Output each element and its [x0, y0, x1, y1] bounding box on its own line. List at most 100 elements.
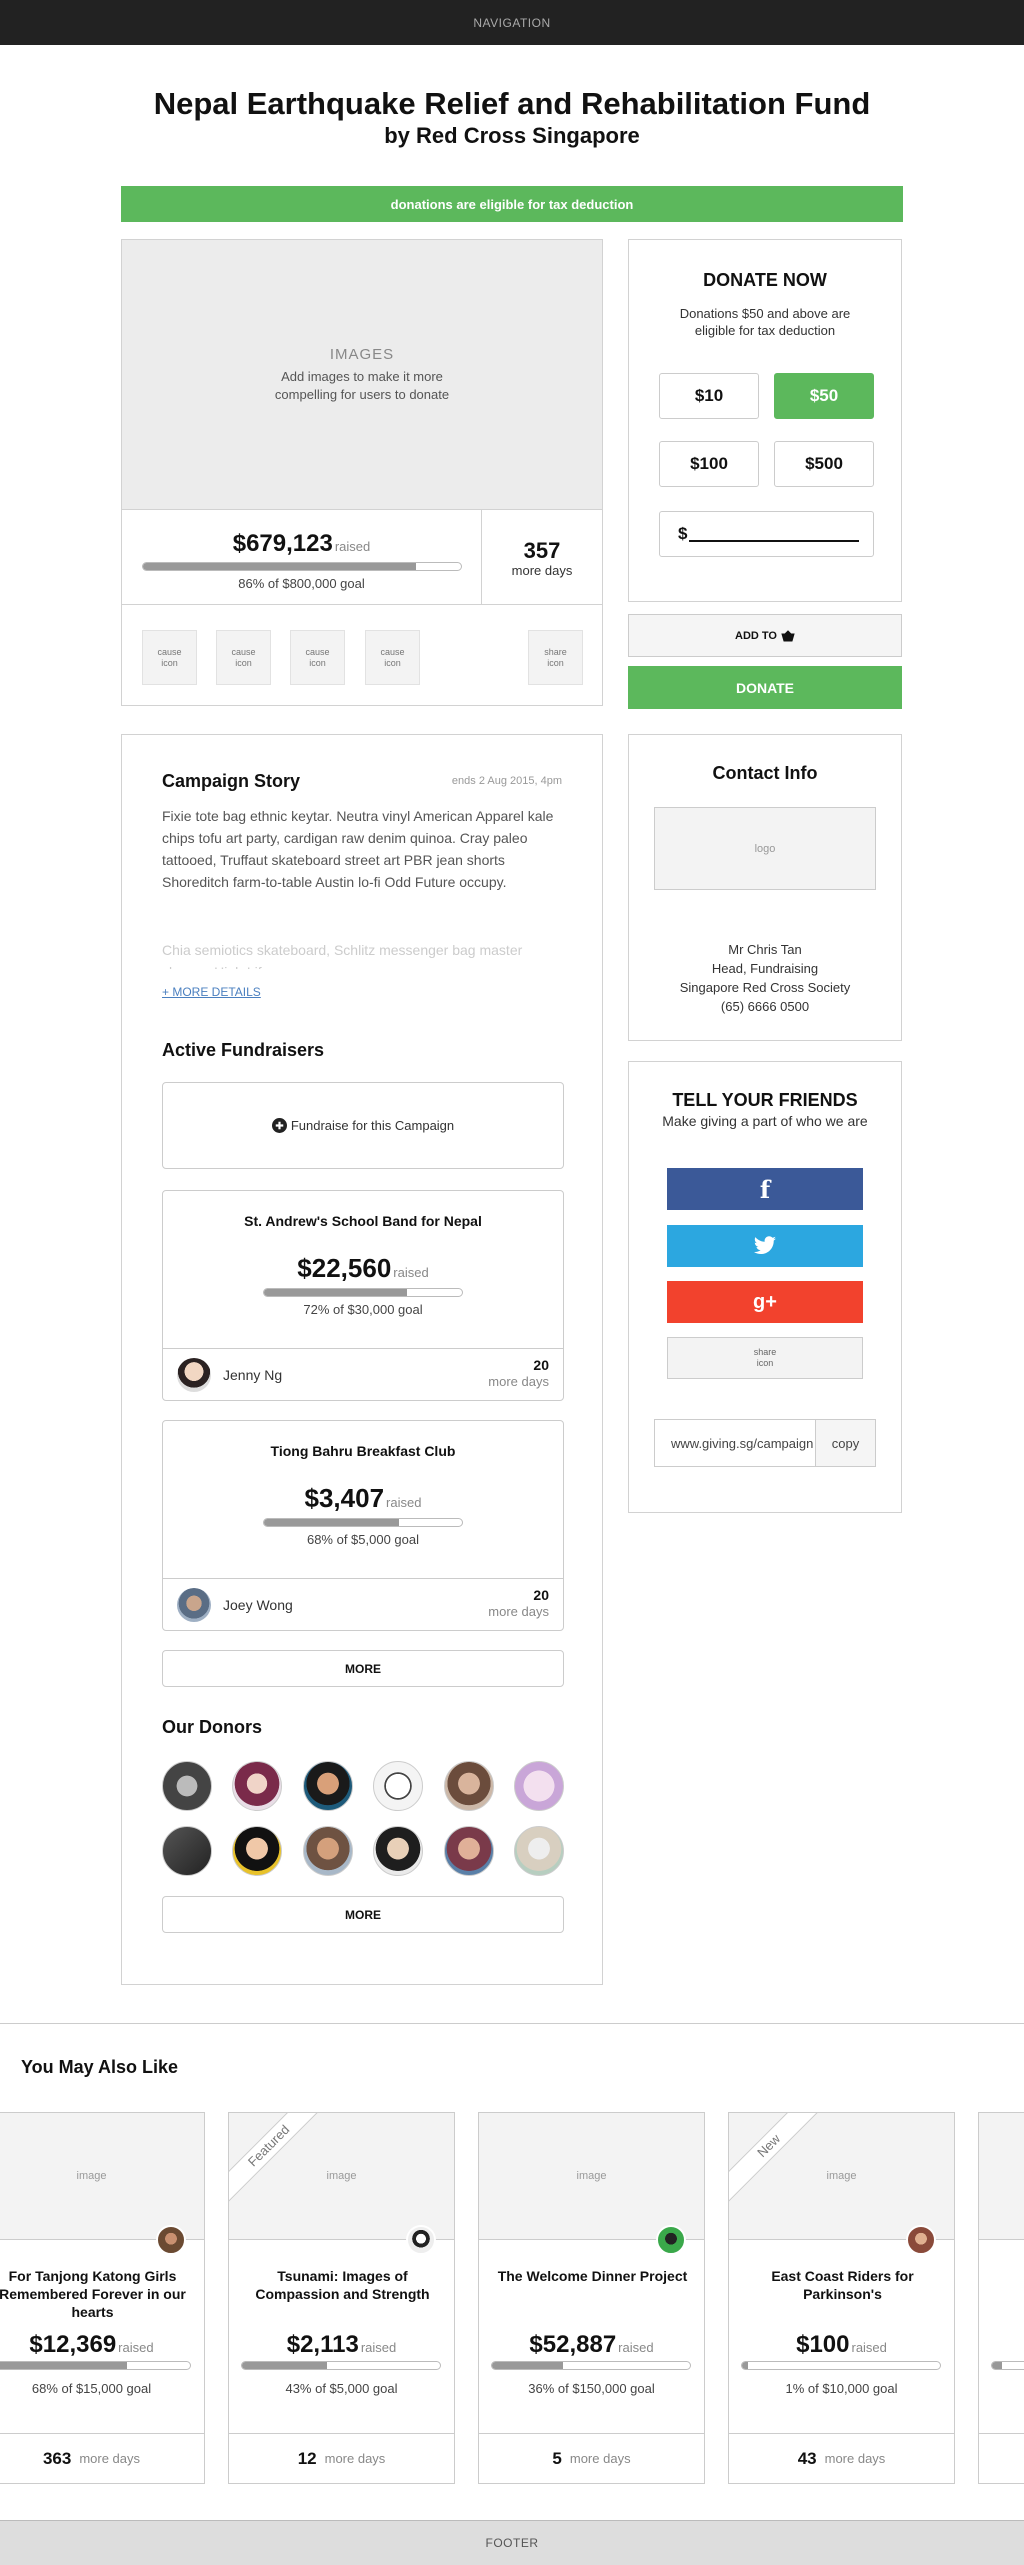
donor-avatar[interactable] — [232, 1761, 282, 1811]
more-donors-button[interactable]: MORE — [162, 1896, 564, 1933]
page-subtitle: by Red Cross Singapore — [384, 123, 640, 148]
donor-avatar[interactable] — [373, 1761, 423, 1811]
plus-circle-icon — [271, 1118, 287, 1133]
footer-label: FOOTER — [485, 2536, 539, 2550]
donate-now-panel: DONATE NOW Donations $50 and above are e… — [628, 239, 902, 602]
card-title: The Welcome Dinner Project — [497, 2268, 688, 2284]
fundraiser-amount: $22,560 — [297, 1253, 392, 1283]
cause-icon[interactable]: cause icon — [365, 630, 420, 685]
fundraiser-progress-fill — [264, 1289, 407, 1296]
fundraiser-owner: Jenny Ng — [223, 1367, 283, 1383]
cause-icon[interactable]: cause icon — [216, 630, 271, 685]
fundraiser-goal: 72% of $30,000 goal — [303, 1302, 423, 1317]
navigation-bar[interactable]: NAVIGATION — [0, 0, 1024, 45]
card-days: 12 more days — [229, 2433, 454, 2483]
donor-avatar[interactable] — [303, 1761, 353, 1811]
story-paragraph-faded: Chia semiotics skateboard, Schlitz messe… — [162, 942, 523, 969]
images-title: IMAGES — [329, 345, 395, 363]
contact-phone: (65) 6666 0500 — [720, 999, 810, 1014]
campaign-card-partial[interactable] — [978, 2112, 1024, 2484]
campaign-summary-card: IMAGES Add images to make it more compel… — [121, 239, 603, 706]
fundraiser-card[interactable]: St. Andrew's School Band for Nepal $22,5… — [162, 1190, 564, 1401]
card-goal: 36% of $150,000 goal — [528, 2381, 655, 2396]
amount-option-50[interactable]: $50 — [774, 373, 874, 419]
fundraiser-owner: Joey Wong — [223, 1597, 293, 1613]
card-days: 5 more days — [479, 2433, 704, 2483]
donor-avatar[interactable] — [162, 1826, 212, 1876]
amount-option-100[interactable]: $100 — [659, 441, 759, 487]
donor-avatar[interactable] — [514, 1761, 564, 1811]
card-image-placeholder: image — [479, 2113, 704, 2240]
card-raised-label: raised — [118, 2340, 154, 2355]
twitter-share-button[interactable] — [667, 1225, 863, 1267]
page-header: Nepal Earthquake Relief and Rehabilitati… — [0, 86, 1024, 150]
amount-option-10[interactable]: $10 — [659, 373, 759, 419]
fundraiser-goal: 68% of $5,000 goal — [306, 1532, 420, 1547]
custom-amount-input[interactable]: $ — [659, 511, 874, 557]
section-divider — [0, 2023, 1024, 2024]
twitter-icon — [754, 1236, 776, 1254]
campaign-card[interactable]: image Featured Tsunami: Images of Compas… — [228, 2112, 455, 2484]
fundraiser-days: 20 more days — [488, 1587, 549, 1619]
fundraiser-card[interactable]: Tiong Bahru Breakfast Club $3,407 raised … — [162, 1420, 564, 1631]
card-progress-bar — [241, 2361, 441, 2370]
donate-button[interactable]: DONATE — [628, 666, 902, 709]
donor-avatar[interactable] — [444, 1826, 494, 1876]
googleplus-share-button[interactable]: g+ — [667, 1281, 863, 1323]
share-icon[interactable]: share icon — [528, 630, 583, 685]
fundraise-cta-label: Fundraise for this Campaign — [290, 1118, 455, 1133]
cause-icon[interactable]: cause icon — [142, 630, 197, 685]
card-image-placeholder — [979, 2113, 1024, 2240]
tax-deduction-banner: donations are eligible for tax deduction — [121, 186, 903, 222]
card-owner-avatar — [156, 2225, 186, 2255]
campaign-progress-row: $679,123 raised 86% of $800,000 goal 357 … — [122, 510, 602, 605]
card-owner-avatar — [906, 2225, 936, 2255]
card-progress-bar — [991, 2361, 1024, 2370]
story-paragraph: Fixie tote bag ethnic keytar. Neutra vin… — [162, 808, 554, 890]
more-fundraisers-button[interactable]: MORE — [162, 1650, 564, 1687]
donor-avatar[interactable] — [444, 1761, 494, 1811]
card-image-placeholder: image — [729, 2113, 954, 2240]
card-progress-fill — [992, 2362, 1002, 2369]
donor-avatar[interactable] — [514, 1826, 564, 1876]
campaign-image-placeholder: IMAGES Add images to make it more compel… — [122, 240, 602, 510]
more-details-link[interactable]: + MORE DETAILS — [162, 985, 261, 999]
add-to-basket-button[interactable]: ADD TO — [628, 614, 902, 657]
copy-url-button[interactable]: copy — [815, 1420, 875, 1466]
cause-icon[interactable]: cause icon — [290, 630, 345, 685]
raised-cell: $679,123 raised 86% of $800,000 goal — [122, 510, 482, 605]
amount-option-500[interactable]: $500 — [774, 441, 874, 487]
card-goal: 43% of $5,000 goal — [285, 2381, 398, 2396]
card-owner-avatar — [406, 2225, 436, 2255]
share-icon[interactable]: share icon — [667, 1337, 863, 1379]
raised-amount: $679,123 — [232, 530, 333, 557]
fundraiser-footer: Jenny Ng 20 more days — [163, 1348, 563, 1400]
donor-avatar[interactable] — [232, 1826, 282, 1876]
campaign-card[interactable]: image The Welcome Dinner Project $52,887… — [478, 2112, 705, 2484]
goal-text: 86% of $800,000 goal — [238, 576, 365, 591]
contact-info-panel: Contact Info logo Mr Chris Tan Head, Fun… — [628, 734, 902, 1041]
donor-avatar[interactable] — [303, 1826, 353, 1876]
card-progress-bar — [741, 2361, 941, 2370]
add-to-label: ADD TO — [735, 629, 777, 642]
card-amount: $12,369 — [29, 2331, 117, 2358]
fundraiser-footer: Joey Wong 20 more days — [163, 1578, 563, 1630]
donor-avatar[interactable] — [373, 1826, 423, 1876]
fundraiser-title: Tiong Bahru Breakfast Club — [270, 1443, 456, 1459]
campaign-card[interactable]: image For Tanjong Katong Girls Remembere… — [0, 2112, 205, 2484]
days-left-label: more days — [511, 563, 573, 578]
campaign-progress-fill — [142, 563, 416, 570]
fundraise-cta-button[interactable]: Fundraise for this Campaign — [162, 1082, 564, 1169]
nav-label: NAVIGATION — [473, 15, 551, 30]
fundraiser-raised-label: raised — [386, 1495, 422, 1510]
campaign-card[interactable]: image New East Coast Riders for Parkinso… — [728, 2112, 955, 2484]
fundraiser-progress-bar — [263, 1288, 463, 1297]
donor-avatar[interactable] — [162, 1761, 212, 1811]
facebook-share-button[interactable]: f — [667, 1168, 863, 1210]
footer: FOOTER — [0, 2520, 1024, 2565]
campaign-details-card: Campaign Story ends 2 Aug 2015, 4pm Fixi… — [121, 734, 603, 1985]
fundraiser-days: 20 more days — [488, 1357, 549, 1389]
card-owner-avatar — [656, 2225, 686, 2255]
days-left-number: 357 — [523, 538, 561, 563]
share-url-input[interactable]: www.giving.sg/campaign — [655, 1420, 815, 1466]
